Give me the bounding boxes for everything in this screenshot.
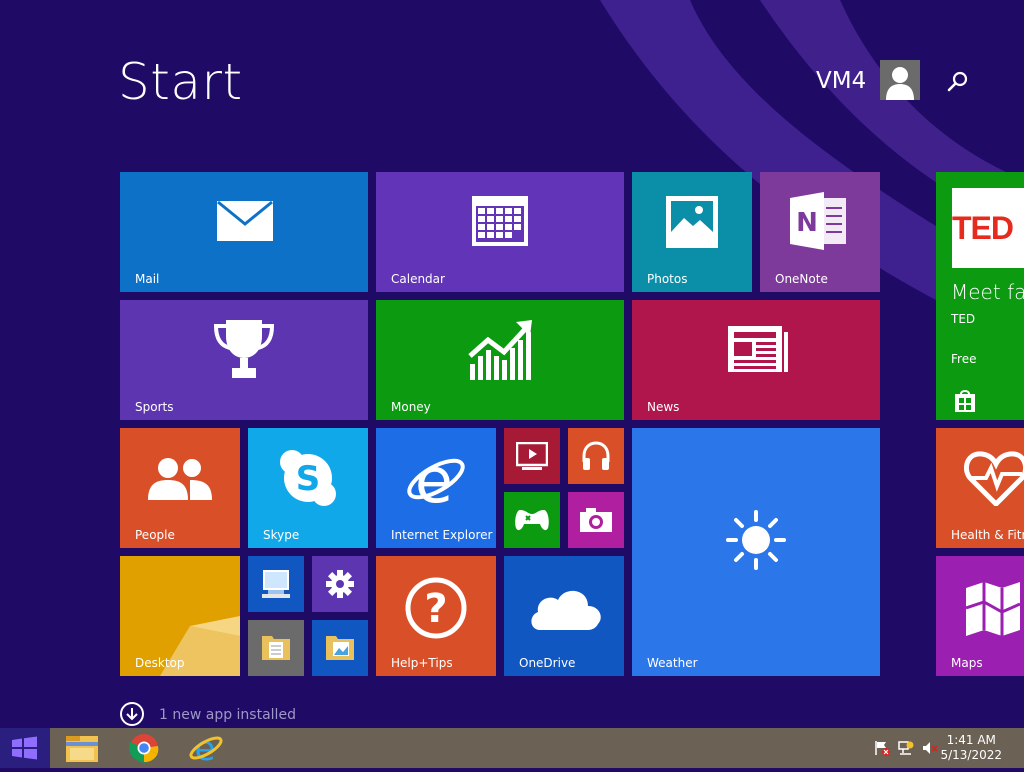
- tile-video[interactable]: [504, 428, 560, 484]
- photos-icon: [666, 196, 718, 248]
- tile-label: Skype: [263, 528, 300, 542]
- tile-weather[interactable]: Weather: [632, 428, 880, 676]
- gear-icon: [326, 570, 354, 598]
- sun-icon: [726, 510, 786, 570]
- tile-onedrive[interactable]: OneDrive: [504, 556, 624, 676]
- tile-this-pc[interactable]: [248, 556, 304, 612]
- tile-camera[interactable]: [568, 492, 624, 548]
- video-icon: [516, 442, 548, 470]
- map-icon: [966, 582, 1021, 636]
- taskbar-internet-explorer[interactable]: e: [182, 728, 230, 769]
- tile-desktop[interactable]: Desktop: [120, 556, 240, 676]
- onenote-icon: N: [790, 192, 846, 250]
- page-title: Start: [118, 53, 243, 111]
- taskbar: e 1:41 AM 5/13/2022: [0, 728, 1024, 769]
- game-controller-icon: [515, 510, 549, 531]
- clock-date: 5/13/2022: [940, 748, 1002, 762]
- down-arrow-icon: [120, 702, 144, 726]
- news-icon: [728, 326, 788, 372]
- windows-logo-icon: [12, 736, 37, 760]
- internet-explorer-icon: e: [407, 446, 465, 510]
- tile-money[interactable]: Money: [376, 300, 624, 420]
- tile-music[interactable]: [568, 428, 624, 484]
- tile-sports[interactable]: Sports: [120, 300, 368, 420]
- tile-documents[interactable]: [248, 620, 304, 676]
- taskbar-chrome[interactable]: [120, 728, 168, 768]
- svg-text:?: ?: [424, 586, 447, 632]
- tile-photos[interactable]: Photos: [632, 172, 752, 292]
- svg-text:e: e: [415, 446, 453, 510]
- skype-icon: S: [280, 450, 336, 506]
- tile-label: Money: [391, 400, 431, 414]
- headphones-icon: [582, 441, 610, 470]
- chrome-icon: [129, 734, 159, 763]
- ted-headline: Meet fas: [951, 280, 1024, 304]
- taskbar-clock[interactable]: 1:41 AM 5/13/2022: [940, 733, 1002, 763]
- internet-explorer-icon: e: [189, 729, 223, 769]
- search-button[interactable]: [944, 68, 972, 96]
- tile-maps[interactable]: Maps: [936, 556, 1024, 676]
- tile-games[interactable]: [504, 492, 560, 548]
- tile-internet-explorer[interactable]: e Internet Explorer: [376, 428, 496, 548]
- start-screen: Start VM4 Mail Calendar Photos N OneNote…: [0, 0, 1024, 728]
- tile-label: Desktop: [135, 656, 185, 670]
- tile-label: Maps: [951, 656, 983, 670]
- clock-time: 1:41 AM: [946, 733, 996, 747]
- tile-calendar[interactable]: Calendar: [376, 172, 624, 292]
- trophy-icon: [213, 320, 275, 378]
- new-apps-text: 1 new app installed: [159, 707, 296, 723]
- start-button[interactable]: [0, 728, 50, 768]
- tile-label: OneDrive: [519, 656, 576, 670]
- tile-label: Sports: [135, 400, 174, 414]
- tile-news[interactable]: News: [632, 300, 880, 420]
- user-silhouette-icon: [886, 67, 914, 100]
- tile-help-tips[interactable]: ? Help+Tips: [376, 556, 496, 676]
- volume-muted-icon[interactable]: [922, 740, 938, 756]
- tile-label: Calendar: [391, 272, 445, 286]
- documents-folder-icon: [262, 636, 290, 660]
- search-icon: [947, 71, 968, 92]
- tile-people[interactable]: People: [120, 428, 240, 548]
- ted-price: Free: [951, 352, 977, 366]
- svg-text:S: S: [296, 459, 321, 499]
- taskbar-file-explorer[interactable]: [58, 728, 106, 768]
- action-center-flag-icon[interactable]: [874, 740, 890, 756]
- store-icon: [955, 390, 975, 412]
- money-chart-icon: [468, 320, 532, 380]
- tile-label: Help+Tips: [391, 656, 453, 670]
- camera-icon: [580, 508, 612, 532]
- cloud-icon: [531, 590, 601, 630]
- tile-mail[interactable]: Mail: [120, 172, 368, 292]
- user-avatar[interactable]: [880, 60, 920, 100]
- calendar-icon: [472, 196, 528, 246]
- tile-label: Photos: [647, 272, 688, 286]
- ted-publisher: TED: [951, 312, 976, 326]
- people-icon: [148, 458, 212, 500]
- svg-text:N: N: [796, 208, 818, 238]
- tile-label: Mail: [135, 272, 160, 286]
- ted-logo: TED: [952, 210, 1014, 246]
- tile-health-fitness[interactable]: Health & Fitne: [936, 428, 1024, 548]
- tile-skype[interactable]: S Skype: [248, 428, 368, 548]
- user-name[interactable]: VM4: [816, 66, 866, 96]
- tile-label: People: [135, 528, 175, 542]
- tile-label: OneNote: [775, 272, 828, 286]
- tile-label: Weather: [647, 656, 698, 670]
- network-icon[interactable]: [898, 740, 914, 756]
- file-explorer-icon: [66, 736, 98, 762]
- computer-icon: [262, 570, 290, 598]
- mail-icon: [217, 200, 273, 241]
- pictures-folder-icon: [326, 636, 354, 660]
- tile-pc-settings[interactable]: [312, 556, 368, 612]
- heart-pulse-icon: [964, 451, 1024, 506]
- tile-pictures[interactable]: [312, 620, 368, 676]
- help-icon: ?: [405, 577, 467, 639]
- tile-label: Health & Fitne: [951, 528, 1024, 542]
- tile-label: Internet Explorer: [391, 528, 493, 542]
- tile-ted[interactable]: TED Meet fas TED Free: [936, 172, 1024, 420]
- tile-onenote[interactable]: N OneNote: [760, 172, 880, 292]
- tile-label: News: [647, 400, 680, 414]
- svg-text:e: e: [195, 729, 216, 768]
